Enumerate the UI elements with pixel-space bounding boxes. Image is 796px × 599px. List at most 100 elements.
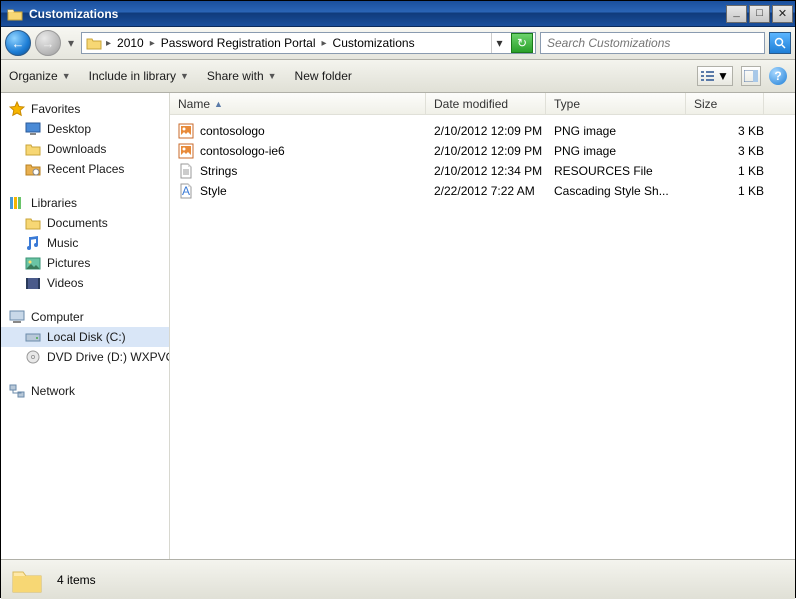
command-bar: Organize▼ Include in library▼ Share with… <box>1 60 795 93</box>
history-dropdown[interactable]: ▾ <box>65 36 77 50</box>
organize-menu[interactable]: Organize▼ <box>9 69 71 83</box>
column-headers: Name ▲ Date modified Type Size <box>170 93 795 115</box>
sidebar-item-local-disk[interactable]: Local Disk (C:) <box>1 327 169 347</box>
breadcrumb-separator[interactable]: ▸ <box>150 38 155 49</box>
sidebar-item-recent-places[interactable]: Recent Places <box>1 159 169 179</box>
column-date-modified[interactable]: Date modified <box>426 93 546 114</box>
breadcrumb-item[interactable]: 2010 <box>115 36 146 50</box>
file-type: Cascading Style Sh... <box>554 184 694 198</box>
minimize-button[interactable]: _ <box>726 5 747 23</box>
refresh-button[interactable]: ↻ <box>511 33 533 53</box>
include-in-library-menu[interactable]: Include in library▼ <box>89 69 189 83</box>
computer-header[interactable]: Computer <box>1 307 169 327</box>
network-icon <box>9 383 25 399</box>
address-bar[interactable]: ▸ 2010 ▸ Password Registration Portal ▸ … <box>81 32 536 54</box>
window-title: Customizations <box>29 7 118 21</box>
sidebar-item-label: Music <box>47 236 78 250</box>
column-size[interactable]: Size <box>686 93 764 114</box>
sidebar-item-videos[interactable]: Videos <box>1 273 169 293</box>
sidebar-item-label: Recent Places <box>47 162 124 176</box>
column-label: Name <box>178 97 210 111</box>
file-name: Strings <box>200 164 237 178</box>
search-input[interactable] <box>547 36 762 50</box>
file-row[interactable]: contosologo2/10/2012 12:09 PMPNG image3 … <box>170 121 795 141</box>
file-type: PNG image <box>554 144 694 158</box>
sidebar-item-dvd-drive[interactable]: DVD Drive (D:) WXPVO <box>1 347 169 367</box>
breadcrumb-separator[interactable]: ▸ <box>322 38 327 49</box>
libraries-header[interactable]: Libraries <box>1 193 169 213</box>
column-spacer <box>764 93 795 114</box>
desktop-icon <box>25 121 41 137</box>
sidebar-item-music[interactable]: Music <box>1 233 169 253</box>
folder-icon <box>7 7 23 21</box>
newfolder-label: New folder <box>295 69 352 83</box>
folder-icon <box>11 566 43 594</box>
file-list-area: Name ▲ Date modified Type Size contosolog… <box>170 93 795 559</box>
file-name: contosologo-ie6 <box>200 144 285 158</box>
column-label: Date modified <box>434 97 508 111</box>
folder-icon <box>86 35 102 51</box>
pictures-icon <box>25 255 41 271</box>
file-icon: A <box>178 183 194 199</box>
file-size: 1 KB <box>694 184 772 198</box>
back-button[interactable]: ← <box>5 30 31 56</box>
search-button[interactable] <box>769 32 791 54</box>
column-name[interactable]: Name ▲ <box>170 93 426 114</box>
address-dropdown[interactable]: ▾ <box>491 33 507 53</box>
file-type: PNG image <box>554 124 694 138</box>
forward-button[interactable]: → <box>35 30 61 56</box>
sidebar-item-label: Desktop <box>47 122 91 136</box>
sidebar-item-label: Downloads <box>47 142 106 156</box>
close-button[interactable]: ✕ <box>772 5 793 23</box>
drive-icon <box>25 329 41 345</box>
file-row[interactable]: Strings2/10/2012 12:34 PMRESOURCES File1… <box>170 161 795 181</box>
documents-icon <box>25 215 41 231</box>
share-label: Share with <box>207 69 264 83</box>
sidebar-item-downloads[interactable]: Downloads <box>1 139 169 159</box>
maximize-button[interactable]: □ <box>749 5 770 23</box>
sort-ascending-icon: ▲ <box>214 99 223 109</box>
file-date: 2/22/2012 7:22 AM <box>434 184 554 198</box>
network-header[interactable]: Network <box>1 381 169 401</box>
file-date: 2/10/2012 12:09 PM <box>434 144 554 158</box>
column-type[interactable]: Type <box>546 93 686 114</box>
file-row[interactable]: A Style 2/22/2012 7:22 AMCascading Style S… <box>170 181 795 201</box>
libraries-icon <box>9 195 25 211</box>
computer-label: Computer <box>31 310 84 324</box>
network-label: Network <box>31 384 75 398</box>
sidebar-item-label: Pictures <box>47 256 90 270</box>
computer-icon <box>9 309 25 325</box>
preview-pane-button[interactable] <box>741 66 761 86</box>
disc-icon <box>25 349 41 365</box>
favorites-header[interactable]: Favorites <box>1 99 169 119</box>
recent-icon <box>25 161 41 177</box>
file-date: 2/10/2012 12:34 PM <box>434 164 554 178</box>
column-label: Size <box>694 97 717 111</box>
help-button[interactable]: ? <box>769 67 787 85</box>
share-with-menu[interactable]: Share with▼ <box>207 69 277 83</box>
file-size: 3 KB <box>694 124 772 138</box>
organize-label: Organize <box>9 69 58 83</box>
column-label: Type <box>554 97 580 111</box>
include-label: Include in library <box>89 69 176 83</box>
sidebar-item-desktop[interactable]: Desktop <box>1 119 169 139</box>
sidebar-item-label: DVD Drive (D:) WXPVO <box>47 350 170 364</box>
file-icon <box>178 163 194 179</box>
star-icon <box>9 101 25 117</box>
sidebar-item-label: Local Disk (C:) <box>47 330 126 344</box>
view-options-button[interactable]: ▼ <box>697 66 733 86</box>
sidebar-item-documents[interactable]: Documents <box>1 213 169 233</box>
file-size: 1 KB <box>694 164 772 178</box>
libraries-label: Libraries <box>31 196 77 210</box>
breadcrumb-item[interactable]: Password Registration Portal <box>159 36 318 50</box>
sidebar-item-pictures[interactable]: Pictures <box>1 253 169 273</box>
new-folder-button[interactable]: New folder <box>295 69 352 83</box>
breadcrumb-separator[interactable]: ▸ <box>106 38 111 49</box>
title-bar: Customizations _ □ ✕ <box>1 1 795 27</box>
breadcrumb-item[interactable]: Customizations <box>331 36 417 50</box>
file-name: Style <box>200 184 227 198</box>
file-date: 2/10/2012 12:09 PM <box>434 124 554 138</box>
search-box[interactable] <box>540 32 765 54</box>
file-row[interactable]: contosologo-ie6 2/10/2012 12:09 PMPNG ima… <box>170 141 795 161</box>
navigation-pane: Favorites Desktop Downloads Recent Place… <box>1 93 170 559</box>
